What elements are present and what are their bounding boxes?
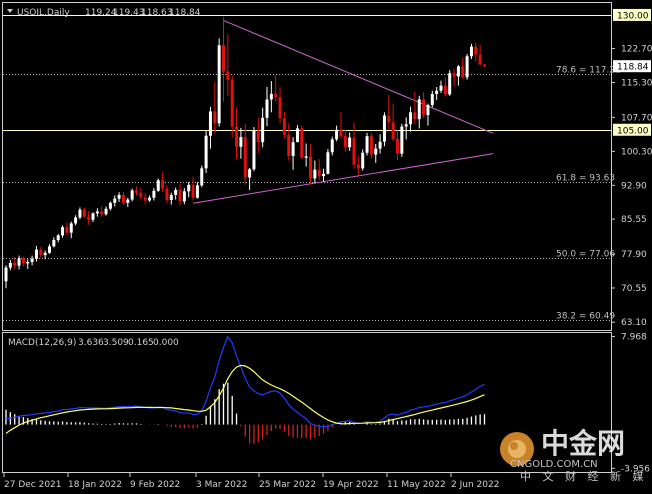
time-tick-label: 2 Jun 2022 xyxy=(451,480,499,490)
fib-label-4: 50.0 = 77.06 xyxy=(556,250,615,260)
price-tick-label: 107.70 xyxy=(621,113,652,123)
candle xyxy=(217,38,221,127)
current-price-label: 118.84 xyxy=(617,63,649,73)
time-tick-label: 9 Feb 2022 xyxy=(130,480,180,490)
candle xyxy=(156,178,160,192)
candle xyxy=(382,112,386,147)
ohlc-open: 119.24 xyxy=(85,8,117,18)
time-tick-label: 27 Dec 2021 xyxy=(4,480,62,490)
time-tick-label: 25 Mar 2022 xyxy=(259,480,316,490)
ohlc-low: 118.63 xyxy=(141,8,173,18)
candle xyxy=(300,125,304,160)
candle xyxy=(365,132,369,156)
price-tick-label: 115.30 xyxy=(621,78,652,88)
price-tick-label: 77.90 xyxy=(621,250,647,260)
time-tick-label: 11 May 2022 xyxy=(387,480,446,490)
fib-label-5: 38.2 = 60.49 xyxy=(556,312,615,322)
price-tick-label: 85.55 xyxy=(621,215,647,225)
macd-axis-label-0: 7.968 xyxy=(621,333,647,343)
ohlc-high: 119.43 xyxy=(113,8,145,18)
fib-label-2: 78.6 = 117.22 xyxy=(556,66,621,76)
candle xyxy=(130,188,134,202)
chart-canvas: 78.6 = 117.22 61.8 = 93.63 50.0 = 77.06 38.… xyxy=(0,0,652,494)
fib-label-3: 61.8 = 93.63 xyxy=(556,174,615,184)
macd-value-extra: 0.000 xyxy=(153,338,179,348)
macd-header: MACD(12,26,9) 3.636 3.509 0.165 0.000 xyxy=(8,338,179,348)
watermark-domain: CNGOLD.COM.CN xyxy=(510,459,598,470)
candle xyxy=(400,123,404,157)
time-tick-label: 3 Mar 2022 xyxy=(196,480,247,490)
level-price-box-1: 105.00 xyxy=(617,126,649,136)
watermark-tagline: 中 文 财 经 新 媒 体 xyxy=(520,469,652,483)
chart-header: USOIL,Daily 119.24 119.43 118.63 118.84 xyxy=(7,8,201,18)
candle xyxy=(465,53,469,80)
price-tick-label: 70.55 xyxy=(621,284,647,294)
time-tick-label: 18 Jan 2022 xyxy=(68,480,122,490)
macd-label: MACD(12,26,9) xyxy=(8,338,76,348)
candle xyxy=(326,149,330,175)
macd-value-signal: 3.509 xyxy=(103,338,129,348)
price-tick-label: 122.70 xyxy=(621,44,652,54)
candle xyxy=(204,130,208,173)
price-tick-label: 100.30 xyxy=(621,147,652,157)
price-tick-label: 92.90 xyxy=(621,181,647,191)
candle xyxy=(252,127,256,172)
candle xyxy=(448,70,452,96)
price-tick-label: 63.10 xyxy=(621,318,647,328)
chart-background xyxy=(0,0,652,494)
ohlc-close: 118.84 xyxy=(169,8,201,18)
watermark-brand: 中金网 xyxy=(541,427,625,460)
level-price-box-0: 130.00 xyxy=(617,11,649,21)
macd-value-hist: 0.165 xyxy=(128,338,154,348)
macd-value-main: 3.636 xyxy=(78,338,104,348)
candle xyxy=(200,165,204,188)
symbol-label: USOIL,Daily xyxy=(17,8,70,18)
time-tick-label: 19 Apr 2022 xyxy=(323,480,379,490)
